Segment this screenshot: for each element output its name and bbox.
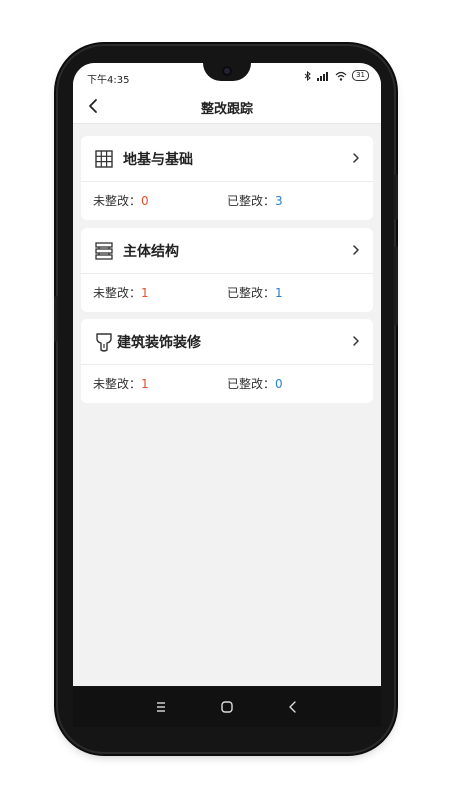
grid-icon xyxy=(95,150,113,168)
page-title: 整改跟踪 xyxy=(200,102,253,117)
category-header[interactable]: 建筑装饰装修 xyxy=(81,319,373,365)
category-card: 建筑装饰装修 未整改：1 已整改：0 xyxy=(81,319,373,403)
done-stat: 已整改：0 xyxy=(227,375,283,392)
system-nav-bar xyxy=(73,687,381,727)
done-label: 已整改： xyxy=(227,286,276,300)
volume-button xyxy=(394,246,398,326)
pending-count: 0 xyxy=(141,194,149,208)
category-name: 主体结构 xyxy=(123,244,179,260)
chevron-right-icon xyxy=(353,153,359,163)
pending-stat: 未整改：1 xyxy=(93,375,149,392)
menu-icon[interactable] xyxy=(153,699,169,715)
volume-button-left xyxy=(54,296,58,342)
category-card: 地基与基础 未整改：0 已整改：3 xyxy=(81,136,373,220)
structure-icon xyxy=(95,242,113,260)
front-camera xyxy=(222,66,232,76)
back-icon[interactable] xyxy=(285,699,301,715)
done-stat: 已整改：1 xyxy=(227,284,283,301)
power-button xyxy=(394,174,398,220)
category-name: 地基与基础 xyxy=(123,152,193,168)
done-stat: 已整改：3 xyxy=(227,192,283,209)
battery-indicator: 31 xyxy=(352,70,369,81)
category-card: 主体结构 未整改：1 已整改：1 xyxy=(81,228,373,312)
paint-brush-icon xyxy=(96,333,112,352)
pending-count: 1 xyxy=(141,377,149,391)
pending-label: 未整改： xyxy=(93,194,142,208)
signal-icon xyxy=(317,71,329,81)
bluetooth-icon xyxy=(304,70,311,81)
app-screen: 下午4:35 31 整改跟踪 地基与基础 未整改：0 已整改：3 主体结构 未整… xyxy=(73,63,381,686)
done-count: 3 xyxy=(275,194,283,208)
pending-stat: 未整改：0 xyxy=(93,192,149,209)
category-name: 建筑装饰装修 xyxy=(117,335,201,351)
status-time: 下午4:35 xyxy=(87,75,130,86)
pending-stat: 未整改：1 xyxy=(93,284,149,301)
header-bar: 整改跟踪 xyxy=(73,89,381,124)
pending-label: 未整改： xyxy=(93,377,142,391)
done-label: 已整改： xyxy=(227,194,276,208)
pending-count: 1 xyxy=(141,286,149,300)
done-count: 0 xyxy=(275,377,283,391)
home-icon[interactable] xyxy=(219,699,235,715)
done-count: 1 xyxy=(275,286,283,300)
category-header[interactable]: 地基与基础 xyxy=(81,136,373,182)
status-icons: 31 xyxy=(304,70,369,81)
done-label: 已整改： xyxy=(227,377,276,391)
chevron-right-icon xyxy=(353,336,359,346)
pending-label: 未整改： xyxy=(93,286,142,300)
wifi-icon xyxy=(335,71,347,81)
chevron-right-icon xyxy=(353,245,359,255)
category-header[interactable]: 主体结构 xyxy=(81,228,373,274)
